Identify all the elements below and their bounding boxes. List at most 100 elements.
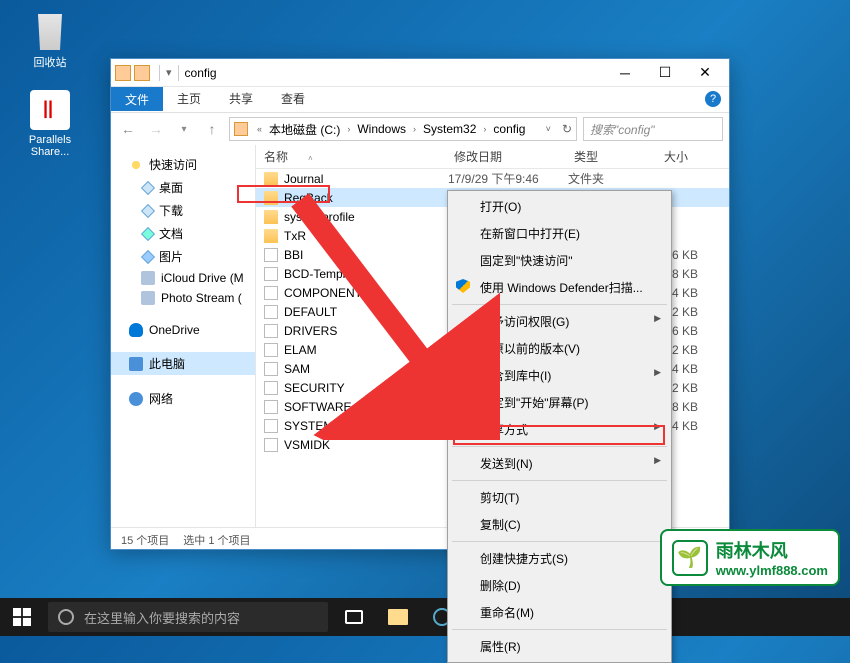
recent-button[interactable]: ▾ <box>173 118 195 140</box>
sidebar-onedrive[interactable]: OneDrive <box>111 320 255 340</box>
recycle-bin-icon[interactable]: 回收站 <box>15 10 85 70</box>
refresh-icon[interactable]: ↻ <box>562 122 572 136</box>
cm-grant-access[interactable]: 授予访问权限(G) <box>450 308 669 335</box>
file-name: SYSTEM <box>284 419 448 433</box>
col-name[interactable]: 名称 <box>264 150 288 164</box>
file-icon <box>264 324 278 338</box>
file-date: 17/9/29 下午9:46 <box>448 170 568 187</box>
file-name: DRIVERS <box>284 324 448 338</box>
minimize-button[interactable]: ─ <box>605 59 645 87</box>
breadcrumb[interactable]: 本地磁盘 (C:) <box>267 121 342 138</box>
parallels-shortcut[interactable]: Parallels Share... <box>15 90 85 158</box>
breadcrumb[interactable]: System32 <box>421 122 478 136</box>
task-view-button[interactable] <box>332 598 376 636</box>
separator <box>178 65 179 81</box>
col-type[interactable]: 类型 <box>566 148 626 165</box>
address-row: ← → ▾ ↑ « 本地磁盘 (C:) › Windows › System32… <box>111 113 729 145</box>
address-bar[interactable]: « 本地磁盘 (C:) › Windows › System32 › confi… <box>229 117 577 141</box>
file-name: Journal <box>284 172 448 186</box>
windows-icon <box>13 608 31 626</box>
file-icon <box>264 286 278 300</box>
file-icon <box>264 248 278 262</box>
file-name: BBI <box>284 248 448 262</box>
file-name: systemprofile <box>284 210 448 224</box>
cm-pin-quick[interactable]: 固定到"快速访问" <box>450 247 669 274</box>
forward-button[interactable]: → <box>145 118 167 140</box>
tab-view[interactable]: 查看 <box>267 86 319 111</box>
tab-share[interactable]: 共享 <box>215 86 267 111</box>
up-button[interactable]: ↑ <box>201 118 223 140</box>
sidebar-downloads[interactable]: 下载 <box>111 199 255 222</box>
close-button[interactable]: ✕ <box>685 59 725 87</box>
sidebar-thispc[interactable]: 此电脑 <box>111 352 255 375</box>
file-name: RegBack <box>284 191 448 205</box>
watermark-url: www.ylmf888.com <box>716 563 828 578</box>
quick-access[interactable]: 快速访问 <box>111 153 255 176</box>
cm-open[interactable]: 打开(O) <box>450 193 669 220</box>
watermark-title: 雨林木风 <box>716 537 828 563</box>
sidebar-network[interactable]: 网络 <box>111 387 255 410</box>
file-name: SAM <box>284 362 448 376</box>
taskbar-explorer[interactable] <box>376 598 420 636</box>
cm-shortcut[interactable]: 创建快捷方式(S) <box>450 545 669 572</box>
file-icon <box>264 362 278 376</box>
cloud-icon <box>141 271 155 285</box>
cm-restore[interactable]: 还原以前的版本(V) <box>450 335 669 362</box>
cm-sendto[interactable]: 发送到(N) <box>450 450 669 477</box>
cm-rename[interactable]: 重命名(M) <box>450 599 669 626</box>
dropdown-icon[interactable]: ▾ <box>166 66 172 79</box>
cm-properties[interactable]: 属性(R) <box>450 633 669 660</box>
cm-new-window[interactable]: 在新窗口中打开(E) <box>450 220 669 247</box>
folder-icon <box>264 191 278 205</box>
watermark: 🌱 雨林木风 www.ylmf888.com <box>660 529 840 586</box>
breadcrumb[interactable]: Windows <box>355 122 408 136</box>
cm-cut[interactable]: 剪切(T) <box>450 484 669 511</box>
breadcrumb[interactable]: config <box>491 122 527 136</box>
picture-icon <box>141 249 155 263</box>
maximize-button[interactable]: ☐ <box>645 59 685 87</box>
cm-delete[interactable]: 删除(D) <box>450 572 669 599</box>
separator <box>452 541 667 542</box>
cm-share[interactable]: 共享方式 <box>450 416 669 443</box>
col-size[interactable]: 大小 <box>626 148 696 165</box>
cm-defender[interactable]: 使用 Windows Defender扫描... <box>450 274 669 301</box>
tab-home[interactable]: 主页 <box>163 86 215 111</box>
sidebar-desktop[interactable]: 桌面 <box>111 176 255 199</box>
cm-library[interactable]: 包含到库中(I) <box>450 362 669 389</box>
onedrive-icon <box>129 323 143 337</box>
separator <box>452 446 667 447</box>
sidebar-documents[interactable]: 文档 <box>111 222 255 245</box>
file-icon <box>264 381 278 395</box>
file-name: ELAM <box>284 343 448 357</box>
titlebar[interactable]: ▾ config ─ ☐ ✕ <box>111 59 729 87</box>
star-icon <box>129 158 143 172</box>
sort-asc-icon: ˄ <box>308 154 313 163</box>
sidebar-icloud[interactable]: iCloud Drive (M <box>111 268 255 288</box>
file-row[interactable]: Journal 17/9/29 下午9:46 文件夹 <box>256 169 729 188</box>
column-headers[interactable]: 名称 ˄ 修改日期 类型 大小 <box>256 145 729 169</box>
cm-copy[interactable]: 复制(C) <box>450 511 669 538</box>
tab-file[interactable]: 文件 <box>111 87 163 111</box>
search-input[interactable]: 搜索"config" <box>583 117 723 141</box>
sidebar-pictures[interactable]: 图片 <box>111 245 255 268</box>
chevron-icon: › <box>480 124 489 134</box>
back-button[interactable]: ← <box>117 118 139 140</box>
cortana-placeholder: 在这里输入你要搜索的内容 <box>84 608 240 627</box>
context-menu: 打开(O) 在新窗口中打开(E) 固定到"快速访问" 使用 Windows De… <box>447 190 672 663</box>
cm-pin-start[interactable]: 固定到"开始"屏幕(P) <box>450 389 669 416</box>
cortana-search[interactable]: 在这里输入你要搜索的内容 <box>48 602 328 632</box>
col-date[interactable]: 修改日期 <box>446 148 566 165</box>
chevron-down-icon[interactable]: ˅ <box>543 124 554 134</box>
folder-icon <box>115 65 131 81</box>
help-button[interactable]: ? <box>705 91 721 107</box>
parallels-label: Parallels Share... <box>15 134 85 158</box>
start-button[interactable] <box>0 598 44 636</box>
search-placeholder: 搜索"config" <box>590 121 655 138</box>
trash-icon <box>30 10 70 50</box>
download-icon <box>141 203 155 217</box>
file-name: TxR <box>284 229 448 243</box>
pc-icon <box>129 357 143 371</box>
file-icon <box>264 438 278 452</box>
sidebar-photostream[interactable]: Photo Stream ( <box>111 288 255 308</box>
separator <box>452 480 667 481</box>
